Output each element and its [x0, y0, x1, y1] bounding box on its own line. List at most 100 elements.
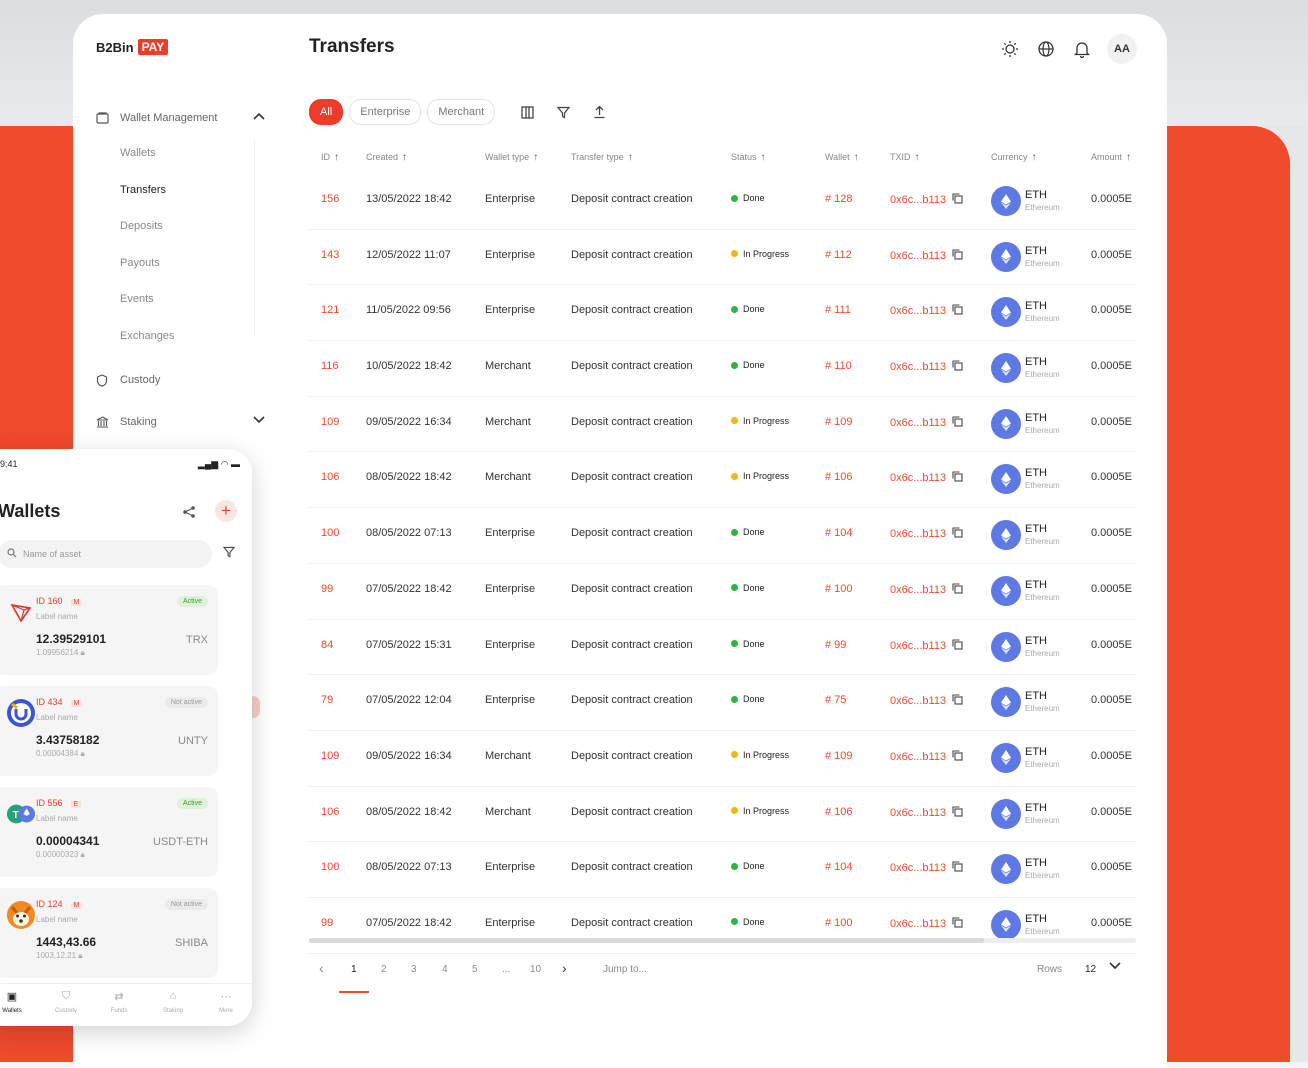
wallet-card[interactable]: ID 434 M Label name Not active 3.43758182 0.0…: [0, 686, 218, 776]
page-2[interactable]: 2: [381, 964, 387, 975]
cell-txid[interactable]: 0x6c...b113: [890, 249, 963, 263]
cell-id[interactable]: 100: [321, 527, 339, 539]
asset-search-input[interactable]: Name of asset: [0, 540, 212, 568]
cell-wallet-link[interactable]: # 109: [825, 416, 853, 428]
column-header-status[interactable]: Status ↑: [731, 152, 766, 163]
cell-txid[interactable]: 0x6c...b113: [890, 750, 963, 764]
filter-chip-merchant[interactable]: Merchant: [427, 99, 496, 125]
table-row[interactable]: 106 08/05/2022 18:42 Merchant Deposit contr…: [309, 452, 1136, 509]
cell-wallet-link[interactable]: # 106: [825, 806, 853, 818]
copy-icon[interactable]: [952, 861, 963, 875]
sidebar-item-wallet-management[interactable]: Wallet Management: [95, 109, 265, 127]
copy-icon[interactable]: [952, 416, 963, 430]
cell-wallet-link[interactable]: # 104: [825, 861, 853, 873]
tab-custody[interactable]: ⛉ Custody: [46, 990, 86, 1014]
table-row[interactable]: 156 13/05/2022 18:42 Enterprise Deposit con…: [309, 174, 1136, 230]
copy-icon[interactable]: [952, 360, 963, 374]
wallet-card[interactable]: T ID 556 E Label name Active 0.00004341 0.0000…: [0, 787, 218, 877]
copy-icon[interactable]: [952, 304, 963, 318]
cell-wallet-link[interactable]: # 100: [825, 917, 853, 929]
column-header-id[interactable]: ID ↑: [321, 152, 339, 163]
table-row[interactable]: 109 09/05/2022 16:34 Merchant Deposit contr…: [309, 397, 1136, 453]
columns-icon[interactable]: [517, 102, 537, 122]
cell-id[interactable]: 121: [321, 304, 339, 316]
bell-icon[interactable]: [1071, 38, 1093, 60]
column-header-transfer-type[interactable]: Transfer type ↑: [571, 152, 633, 163]
cell-wallet-link[interactable]: # 99: [825, 639, 846, 651]
sidebar-item-custody[interactable]: Custody: [95, 371, 265, 389]
cell-txid[interactable]: 0x6c...b113: [890, 638, 963, 653]
cell-id[interactable]: 143: [321, 249, 339, 261]
chevron-down-icon[interactable]: [1109, 962, 1121, 973]
horizontal-scrollbar[interactable]: [309, 938, 1136, 943]
cell-txid[interactable]: 0x6c...b113: [890, 861, 963, 875]
sidebar-item-deposits[interactable]: Deposits: [120, 220, 163, 232]
cell-txid[interactable]: 0x6c...b113: [890, 360, 963, 374]
copy-icon[interactable]: [952, 583, 963, 597]
filter-icon[interactable]: [553, 102, 573, 122]
column-header-currency[interactable]: Currency ↑: [991, 152, 1037, 163]
avatar[interactable]: AA: [1107, 34, 1137, 64]
column-header-amount[interactable]: Amount ↑: [1091, 152, 1131, 163]
cell-wallet-link[interactable]: # 75: [825, 694, 846, 706]
filter-icon[interactable]: [222, 545, 236, 563]
cell-txid[interactable]: 0x6c...b113: [890, 806, 963, 820]
cell-wallet-link[interactable]: # 104: [825, 527, 853, 539]
export-icon[interactable]: [589, 102, 609, 122]
table-row[interactable]: 116 10/05/2022 18:42 Merchant Deposit contr…: [309, 341, 1136, 397]
column-header-created[interactable]: Created ↑: [366, 152, 407, 163]
copy-icon[interactable]: [952, 750, 963, 764]
page-3[interactable]: 3: [411, 964, 417, 975]
chevron-right-icon[interactable]: ›: [562, 960, 567, 976]
table-row[interactable]: 84 07/05/2022 15:31 Enterprise Deposit cont…: [309, 620, 1136, 676]
cell-wallet-link[interactable]: # 100: [825, 583, 853, 595]
cell-txid[interactable]: 0x6c...b113: [890, 583, 963, 597]
cell-txid[interactable]: 0x6c...b113: [890, 304, 963, 318]
cell-wallet-link[interactable]: # 106: [825, 471, 853, 483]
copy-icon[interactable]: [952, 638, 963, 653]
copy-icon[interactable]: [952, 471, 963, 485]
cell-txid[interactable]: 0x6c...b113: [890, 527, 963, 541]
sidebar-item-payouts[interactable]: Payouts: [120, 257, 160, 269]
tab-funds[interactable]: ⇄ Funds: [99, 990, 139, 1014]
globe-icon[interactable]: [1035, 38, 1057, 60]
cell-id[interactable]: 109: [321, 750, 339, 762]
copy-icon[interactable]: [952, 917, 963, 931]
table-row[interactable]: 109 09/05/2022 16:34 Merchant Deposit contr…: [309, 731, 1136, 787]
cell-txid[interactable]: 0x6c...b113: [890, 416, 963, 430]
sun-icon[interactable]: [999, 38, 1021, 60]
page-1[interactable]: 1: [351, 964, 357, 975]
cell-wallet-link[interactable]: # 109: [825, 750, 853, 762]
cell-wallet-link[interactable]: # 110: [825, 360, 852, 372]
table-row[interactable]: 106 08/05/2022 18:42 Merchant Deposit contr…: [309, 787, 1136, 843]
table-row[interactable]: 99 07/05/2022 18:42 Enterprise Deposit cont…: [309, 564, 1136, 620]
table-row[interactable]: 100 08/05/2022 07:13 Enterprise Deposit con…: [309, 508, 1136, 564]
copy-icon[interactable]: [952, 806, 963, 820]
cell-id[interactable]: 106: [321, 471, 339, 483]
cell-txid[interactable]: 0x6c...b113: [890, 694, 963, 708]
table-row[interactable]: 100 08/05/2022 07:13 Enterprise Deposit con…: [309, 842, 1136, 898]
cell-id[interactable]: 99: [321, 917, 333, 929]
cell-id[interactable]: 106: [321, 806, 339, 818]
scrollbar-thumb[interactable]: [309, 938, 984, 943]
share-icon[interactable]: [182, 505, 196, 524]
cell-id[interactable]: 116: [321, 360, 339, 372]
cell-id[interactable]: 99: [321, 583, 333, 595]
sidebar-item-transfers[interactable]: Transfers: [120, 184, 166, 196]
sidebar-item-staking[interactable]: Staking: [95, 413, 265, 431]
cell-id[interactable]: 84: [321, 639, 333, 651]
tab-wallets[interactable]: ▣ Wallets: [0, 990, 32, 1014]
copy-icon[interactable]: [952, 249, 963, 263]
cell-id[interactable]: 79: [321, 694, 333, 706]
cell-wallet-link[interactable]: # 112: [825, 249, 852, 261]
page-10[interactable]: 10: [530, 964, 541, 975]
column-header-wallet[interactable]: Wallet ↑: [825, 152, 859, 163]
page-4[interactable]: 4: [442, 964, 448, 975]
filter-chip-all[interactable]: All: [309, 99, 344, 125]
cell-txid[interactable]: 0x6c...b113: [890, 471, 963, 485]
chevron-down-icon[interactable]: [253, 413, 265, 427]
table-row[interactable]: 121 11/05/2022 09:56 Enterprise Deposit con…: [309, 285, 1136, 342]
cell-id[interactable]: 100: [321, 861, 339, 873]
sidebar-item-wallets[interactable]: Wallets: [120, 147, 156, 159]
column-header-txid[interactable]: TXID ↑: [890, 152, 920, 163]
